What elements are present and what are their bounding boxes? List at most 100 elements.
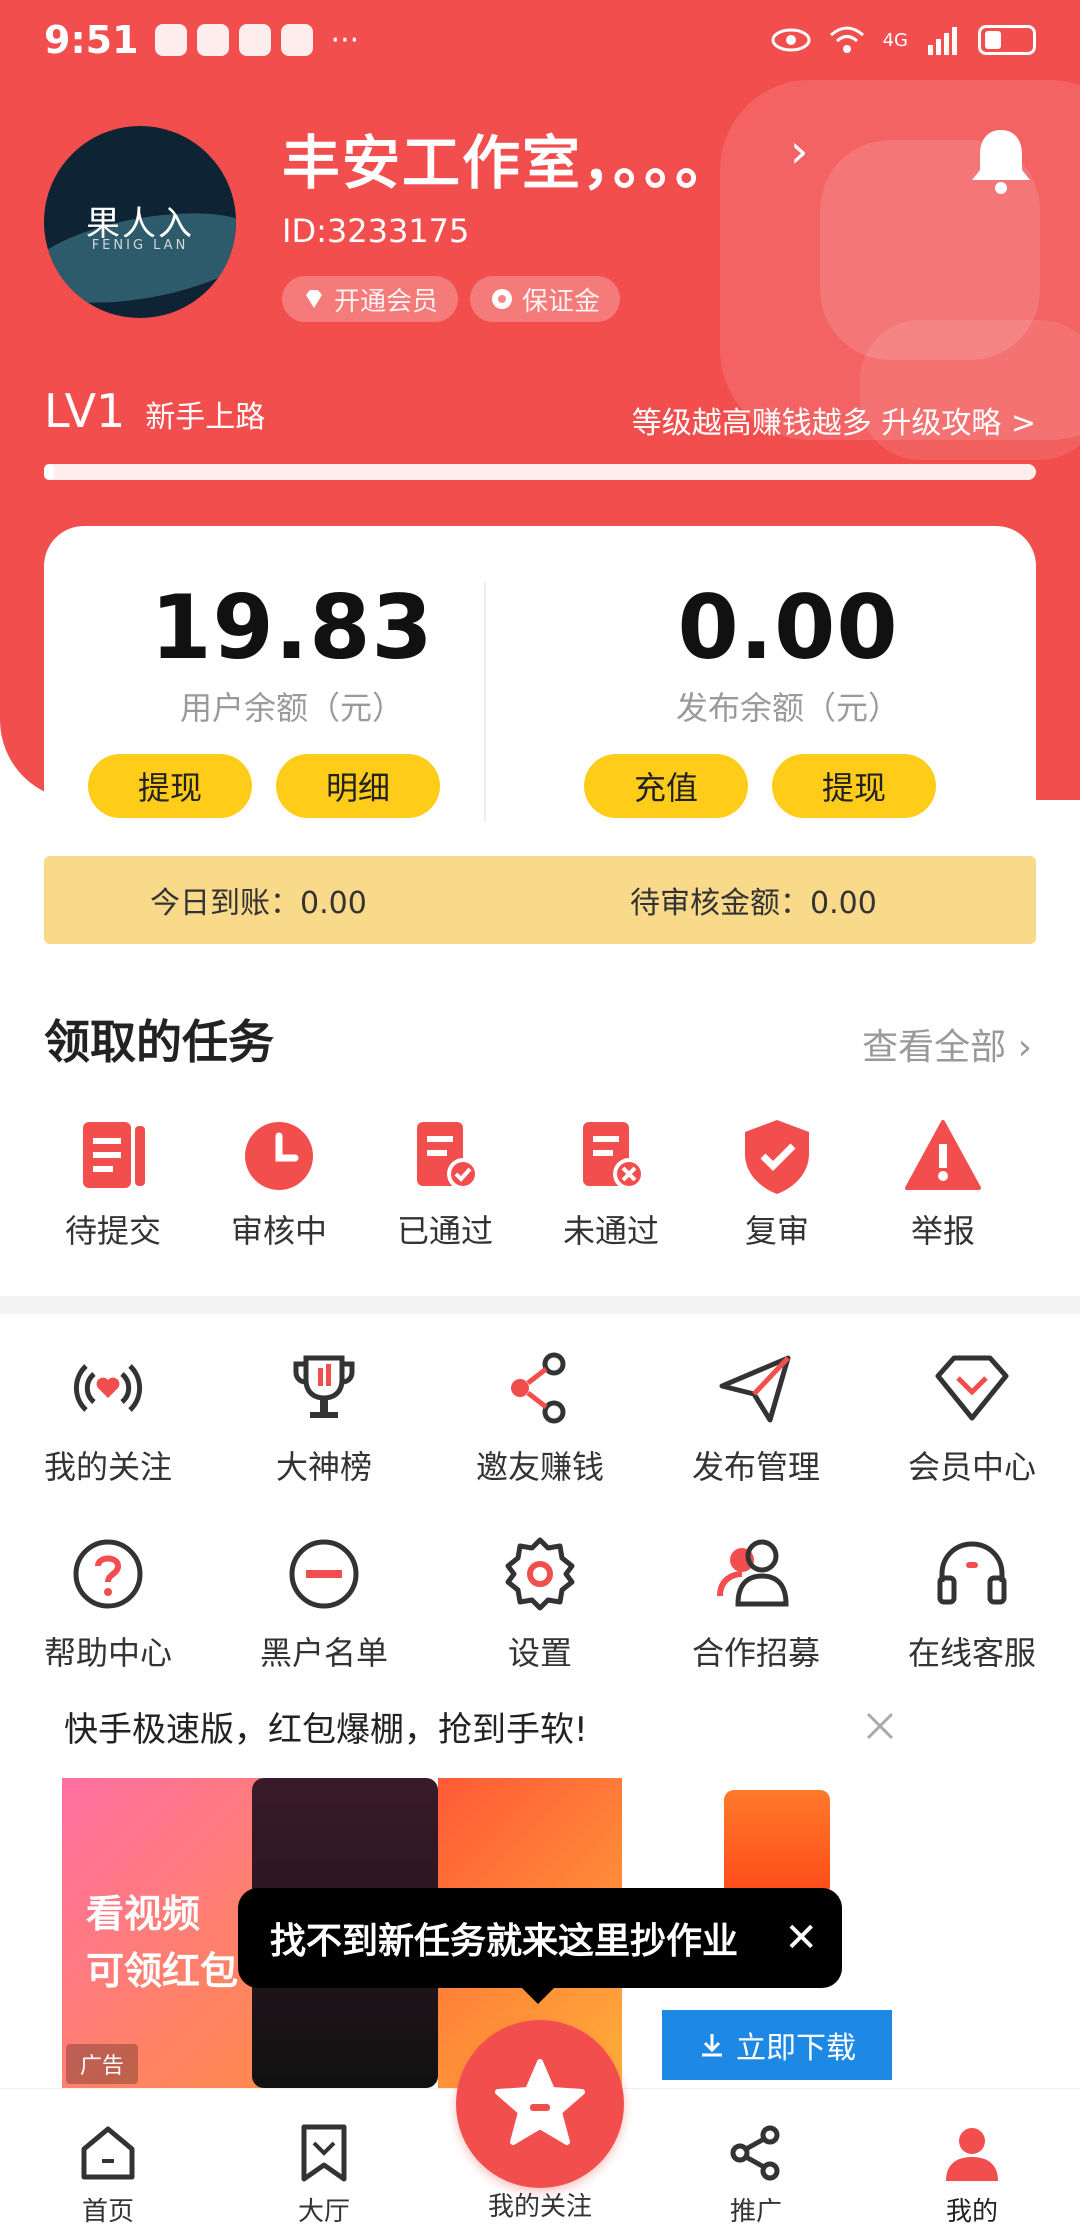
doc-check-icon <box>417 1122 479 1190</box>
home-icon <box>81 2126 135 2180</box>
signal-icon <box>928 27 957 55</box>
user-balance-amount: 19.83 <box>150 576 434 679</box>
grid-label: 发布管理 <box>691 1448 820 1486</box>
grid-item-invite[interactable]: 邀友赚钱 <box>432 1346 648 1488</box>
users-icon <box>717 1539 789 1607</box>
network-type: 4G <box>882 29 908 51</box>
warning-icon <box>905 1120 981 1190</box>
avatar[interactable]: 果人入 FENIG LAN <box>44 126 236 318</box>
grid-item-publish-manage[interactable]: 发布管理 <box>648 1346 864 1488</box>
task-rejected[interactable]: 未通过 <box>528 1116 694 1252</box>
bell-icon[interactable] <box>968 124 1034 196</box>
tip-bubble[interactable]: 找不到新任务就来这里抄作业 ✕ <box>238 1888 842 2004</box>
task-pending-submit[interactable]: 待提交 <box>30 1116 196 1252</box>
level-info: LV1 新手上路 <box>44 384 265 438</box>
recharge-button[interactable]: 充值 <box>584 754 748 818</box>
status-time: 9:51 <box>44 18 139 62</box>
app-notification-icon <box>238 24 271 56</box>
doc-list-icon <box>83 1122 145 1188</box>
grid-item-blacklist[interactable]: 黑户名单 <box>216 1532 432 1674</box>
task-label: 举报 <box>910 1212 975 1250</box>
chevron-right-icon[interactable]: › <box>790 124 808 178</box>
diamond-icon <box>935 1355 1009 1421</box>
task-label: 复审 <box>744 1212 809 1250</box>
nav-mine[interactable]: 我的 <box>864 2089 1080 2240</box>
grid-item-leaderboard[interactable]: 大神榜 <box>216 1346 432 1488</box>
deposit-tag-label: 保证金 <box>522 286 601 317</box>
nav-home[interactable]: 首页 <box>0 2089 216 2240</box>
section-separator <box>0 1296 1080 1314</box>
gear-icon <box>505 1537 575 1611</box>
notification-icons: ··· <box>154 22 360 58</box>
download-icon <box>702 2034 722 2057</box>
grid-item-online-service[interactable]: 在线客服 <box>864 1532 1080 1674</box>
user-icon <box>946 2128 998 2181</box>
task-passed[interactable]: 已通过 <box>362 1116 528 1252</box>
download-button[interactable]: 立即下载 <box>662 2010 892 2080</box>
nav-promote[interactable]: 推广 <box>648 2089 864 2240</box>
publish-withdraw-button[interactable]: 提现 <box>772 754 936 818</box>
profile-tags: 开通会员 保证金 <box>282 276 621 322</box>
profile-name[interactable]: 丰安工作室，。。。 <box>282 116 735 200</box>
level-number: LV1 <box>44 384 126 438</box>
publish-balance-label: 发布余额（元） <box>675 689 900 727</box>
details-button[interactable]: 明细 <box>276 754 440 818</box>
ad-title[interactable]: 快手极速版，红包爆棚，抢到手软! <box>64 1702 588 1751</box>
star-icon <box>495 2059 585 2145</box>
task-report[interactable]: 举报 <box>860 1116 1026 1252</box>
headset-icon <box>937 1541 1007 1605</box>
today-summary-bar: 今日到账：0.00 待审核金额：0.00 <box>44 856 1036 944</box>
grid-label: 设置 <box>507 1634 572 1672</box>
grid-item-help-center[interactable]: 帮助中心 <box>0 1532 216 1674</box>
nav-label: 我的关注 <box>487 2192 592 2222</box>
task-rereview[interactable]: 复审 <box>694 1116 860 1252</box>
grid-item-vip-center[interactable]: 会员中心 <box>864 1346 1080 1488</box>
pending-amount: 待审核金额：0.00 <box>630 886 877 921</box>
task-label: 已通过 <box>396 1212 493 1250</box>
trophy-icon <box>293 1355 355 1418</box>
nav-my-follow-button[interactable] <box>456 2020 624 2188</box>
nav-hall[interactable]: 大厅 <box>216 2089 432 2240</box>
today-received: 今日到账：0.00 <box>150 886 367 921</box>
broadcast-heart-icon <box>73 1364 143 1412</box>
user-balance: 19.83 用户余额（元） <box>44 576 540 729</box>
grid-row: 我的关注 大神榜 邀友赚钱 发布管理 会员中心 <box>0 1346 1080 1488</box>
upgrade-guide-link[interactable]: 等级越高赚钱越多 升级攻略 > <box>632 398 1036 442</box>
ad-image-line: 看视频 <box>86 1892 201 1936</box>
app-logo[interactable] <box>724 1790 830 1896</box>
task-label: 待提交 <box>64 1212 161 1250</box>
deposit-tag[interactable]: 保证金 <box>470 276 621 322</box>
diamond-icon <box>306 290 322 308</box>
grid-label: 会员中心 <box>907 1448 1036 1486</box>
publish-balance-amount: 0.00 <box>677 576 899 679</box>
grid-item-my-follow[interactable]: 我的关注 <box>0 1346 216 1488</box>
grid-row: 帮助中心 黑户名单 设置 合作招募 在线客服 <box>0 1532 1080 1674</box>
app-notification-icon <box>196 24 229 56</box>
publish-balance-actions: 充值 提现 <box>584 754 936 818</box>
ad-label: 广告 <box>66 2044 139 2084</box>
task-label: 审核中 <box>230 1212 327 1250</box>
grid-label: 我的关注 <box>43 1448 172 1486</box>
ad-image-line: 可领红包 <box>86 1949 239 1993</box>
paper-plane-icon <box>719 1355 791 1423</box>
function-grid: 我的关注 大神榜 邀友赚钱 发布管理 会员中心 帮助中心 黑户名单 设置 合作招… <box>0 1346 1080 1718</box>
task-reviewing[interactable]: 审核中 <box>196 1116 362 1252</box>
level-progress-fill <box>44 464 54 480</box>
level-progress-bar <box>44 464 1036 480</box>
shield-check-icon <box>745 1120 809 1194</box>
tasks-section-title: 领取的任务 <box>44 1015 274 1069</box>
view-all-link[interactable]: 查看全部 › <box>862 1018 1032 1070</box>
user-balance-actions: 提现 明细 <box>88 754 440 818</box>
grid-item-cooperation[interactable]: 合作招募 <box>648 1532 864 1674</box>
withdraw-button[interactable]: 提现 <box>88 754 252 818</box>
close-icon[interactable] <box>860 1706 900 1746</box>
ad-image-text: 看视频 可领红包 <box>86 1886 238 2000</box>
question-circle-icon <box>73 1539 143 1609</box>
tip-close-icon[interactable]: ✕ <box>784 1915 818 1961</box>
app-notification-icon <box>154 24 187 56</box>
vip-tag[interactable]: 开通会员 <box>282 276 459 322</box>
grid-item-settings[interactable]: 设置 <box>432 1532 648 1674</box>
grid-label: 帮助中心 <box>43 1634 172 1672</box>
more-notifications: ··· <box>330 22 360 58</box>
grid-label: 邀友赚钱 <box>475 1448 604 1486</box>
